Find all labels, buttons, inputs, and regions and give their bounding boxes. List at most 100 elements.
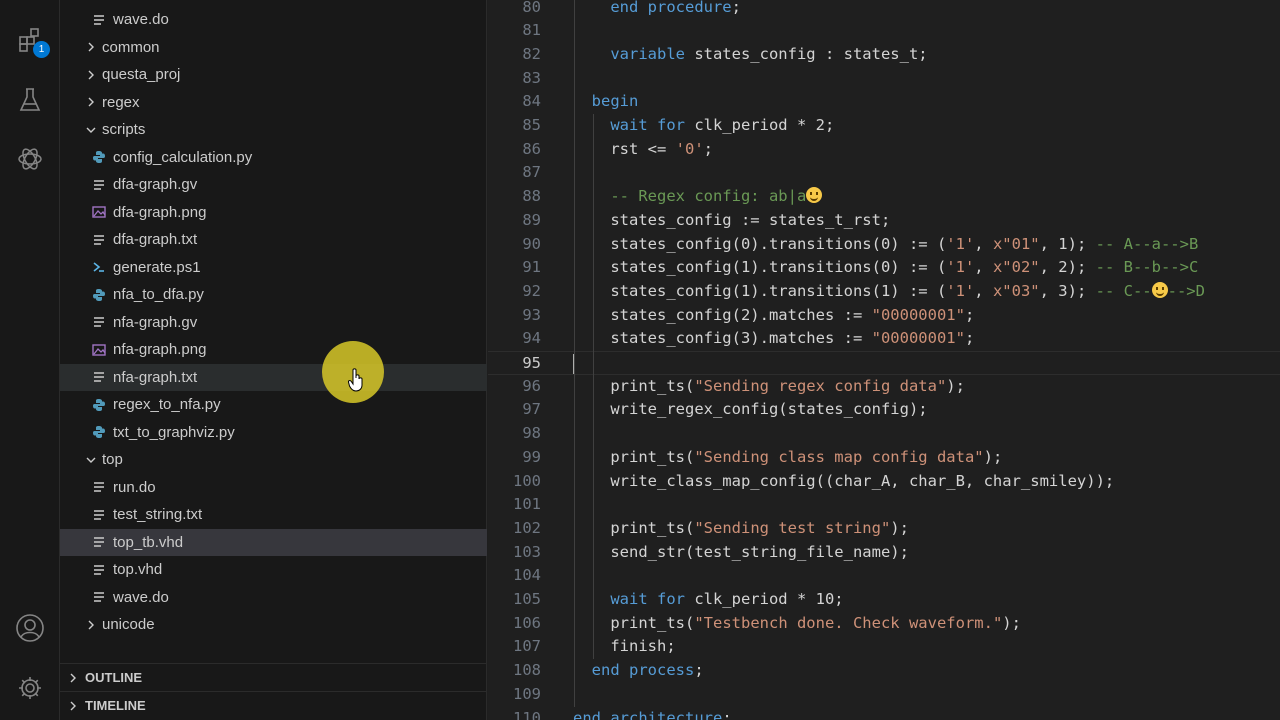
code-line[interactable]: 96 print_ts("Sending regex config data")… xyxy=(488,375,1280,399)
code-line[interactable]: 105 wait for clk_period * 10; xyxy=(488,588,1280,612)
code-line[interactable]: 102 print_ts("Sending test string"); xyxy=(488,517,1280,541)
file-item[interactable]: generate.ps1 xyxy=(60,254,487,282)
folder-name: common xyxy=(102,38,160,56)
code-line[interactable]: 95 xyxy=(488,351,1280,375)
code-token: '1' xyxy=(946,258,975,277)
code-line[interactable]: 94 states_config(3).matches := "00000001… xyxy=(488,327,1280,351)
folder-item[interactable]: common xyxy=(60,34,487,62)
code-line[interactable]: 93 states_config(2).matches := "00000001… xyxy=(488,304,1280,328)
file-item[interactable]: dfa-graph.txt xyxy=(60,226,487,254)
image-file-icon xyxy=(90,336,108,364)
code-token: rst <= xyxy=(610,139,676,158)
code-line[interactable]: 83 xyxy=(488,67,1280,91)
timeline-section-header[interactable]: TIMELINE xyxy=(60,691,487,719)
code-line[interactable]: 107 finish; xyxy=(488,635,1280,659)
code-token: ; xyxy=(964,305,975,324)
code-line[interactable]: 98 xyxy=(488,422,1280,446)
file-item[interactable]: top.vhd xyxy=(60,556,487,584)
file-item[interactable]: nfa-graph.txt xyxy=(60,363,487,391)
code-line[interactable]: 97 write_regex_config(states_config); xyxy=(488,398,1280,422)
file-name: nfa-graph.gv xyxy=(113,313,198,331)
code-line[interactable]: 100 write_class_map_config((char_A, char… xyxy=(488,470,1280,494)
code-line[interactable]: 82 variable states_config : states_t; xyxy=(488,43,1280,67)
code-token: end procedure xyxy=(610,0,732,16)
code-editor[interactable]: 80 end procedure; 81 82 variable states_co… xyxy=(488,0,1280,720)
testing-icon[interactable] xyxy=(14,84,46,116)
code-line[interactable]: 90 states_config(0).transitions(0) := ('… xyxy=(488,233,1280,257)
folder-item[interactable]: scripts xyxy=(60,116,487,144)
python-file-icon xyxy=(90,281,108,309)
code-line[interactable]: 89 states_config := states_t_rst; xyxy=(488,209,1280,233)
file-item[interactable]: config_calculation.py xyxy=(60,144,487,172)
line-number: 86 xyxy=(522,139,541,158)
code-token: , 3); xyxy=(1039,281,1096,300)
code-text: states_config(0).transitions(0) := ('1',… xyxy=(573,233,1198,257)
folder-item[interactable]: top xyxy=(60,446,487,474)
code-token: clk_period * 2; xyxy=(684,116,835,134)
code-token: -- Regex config: ab|a xyxy=(610,187,807,206)
code-text: print_ts("Sending regex config data"); xyxy=(573,375,965,399)
code-line[interactable]: 106 print_ts("Testbench done. Check wave… xyxy=(488,612,1280,636)
settings-gear-icon[interactable] xyxy=(14,672,46,704)
file-name: top_tb.vhd xyxy=(113,533,184,551)
file-item[interactable]: run.do xyxy=(60,474,487,502)
code-line[interactable]: 85 wait for clk_period * 2; xyxy=(488,114,1280,138)
code-token: , xyxy=(974,234,993,253)
account-icon[interactable] xyxy=(14,612,46,644)
file-item[interactable]: dfa-graph.gv xyxy=(60,171,487,199)
code-text: wait for clk_period * 2; xyxy=(573,114,834,138)
code-token: states_config(3).matches := xyxy=(610,329,872,348)
folder-item[interactable]: questa_proj xyxy=(60,61,487,89)
code-line[interactable]: 84 begin xyxy=(488,90,1280,114)
code-token: print_ts( xyxy=(610,613,695,632)
code-line[interactable]: 104 xyxy=(488,564,1280,588)
python-file-icon xyxy=(90,144,108,172)
line-number: 96 xyxy=(522,376,541,395)
file-item[interactable]: test_string.txt xyxy=(60,501,487,529)
file-item[interactable]: top_tb.vhd xyxy=(60,528,487,556)
file-item[interactable]: dfa-graph.png xyxy=(60,199,487,227)
text-file-icon xyxy=(90,584,108,612)
chatgpt-icon[interactable] xyxy=(14,143,46,175)
file-name: run.do xyxy=(113,478,156,496)
code-line[interactable]: 80 end procedure; xyxy=(488,0,1280,19)
code-line[interactable]: 99 print_ts("Sending class map config da… xyxy=(488,446,1280,470)
file-item[interactable]: nfa_to_dfa.py xyxy=(60,281,487,309)
file-item[interactable]: nfa-graph.png xyxy=(60,336,487,364)
code-line[interactable]: 91 states_config(1).transitions(0) := ('… xyxy=(488,256,1280,280)
code-token: "Sending test string" xyxy=(694,518,891,537)
code-line[interactable]: 88 -- Regex config: ab|a xyxy=(488,185,1280,209)
file-name: dfa-graph.gv xyxy=(113,176,198,193)
code-line[interactable]: 109 xyxy=(488,683,1280,707)
code-line[interactable]: 92 states_config(1).transitions(1) := ('… xyxy=(488,280,1280,304)
code-token: x"01" xyxy=(992,234,1040,253)
line-number: 104 xyxy=(513,566,541,585)
code-text: states_config(2).matches := "00000001"; xyxy=(573,304,974,328)
folder-item[interactable]: unicode xyxy=(60,611,487,639)
hand-pointer-icon xyxy=(347,368,364,397)
code-line[interactable]: 103 send_str(test_string_file_name); xyxy=(488,541,1280,565)
code-token: "00000001" xyxy=(871,329,965,348)
file-item[interactable]: wave.do xyxy=(60,6,487,34)
file-item[interactable]: txt_to_graphviz.py xyxy=(60,419,487,447)
line-number: 81 xyxy=(522,21,541,40)
file-name: txt_to_graphviz.py xyxy=(113,423,235,441)
code-line[interactable]: 110 end architecture; xyxy=(488,707,1280,720)
file-tree: wave.do common questa_proj regex scripts conf… xyxy=(60,6,487,639)
code-line[interactable]: 108 end process; xyxy=(488,659,1280,683)
code-line[interactable]: 87 xyxy=(488,161,1280,185)
outline-section-header[interactable]: OUTLINE xyxy=(60,663,487,691)
folder-item[interactable]: regex xyxy=(60,89,487,117)
file-item[interactable]: nfa-graph.gv xyxy=(60,309,487,337)
code-line[interactable]: 101 xyxy=(488,493,1280,517)
code-line[interactable]: 86 rst <= '0'; xyxy=(488,138,1280,162)
code-token: states_config(1).transitions(0) := ( xyxy=(610,258,947,277)
line-number: 80 xyxy=(522,0,541,16)
chevron-down-icon xyxy=(82,116,100,144)
extensions-icon[interactable]: 1 xyxy=(14,24,50,58)
chevron-down-icon xyxy=(82,446,100,474)
file-item[interactable]: wave.do xyxy=(60,584,487,612)
file-item[interactable]: regex_to_nfa.py xyxy=(60,391,487,419)
code-token: '0' xyxy=(675,139,704,158)
code-line[interactable]: 81 xyxy=(488,19,1280,43)
